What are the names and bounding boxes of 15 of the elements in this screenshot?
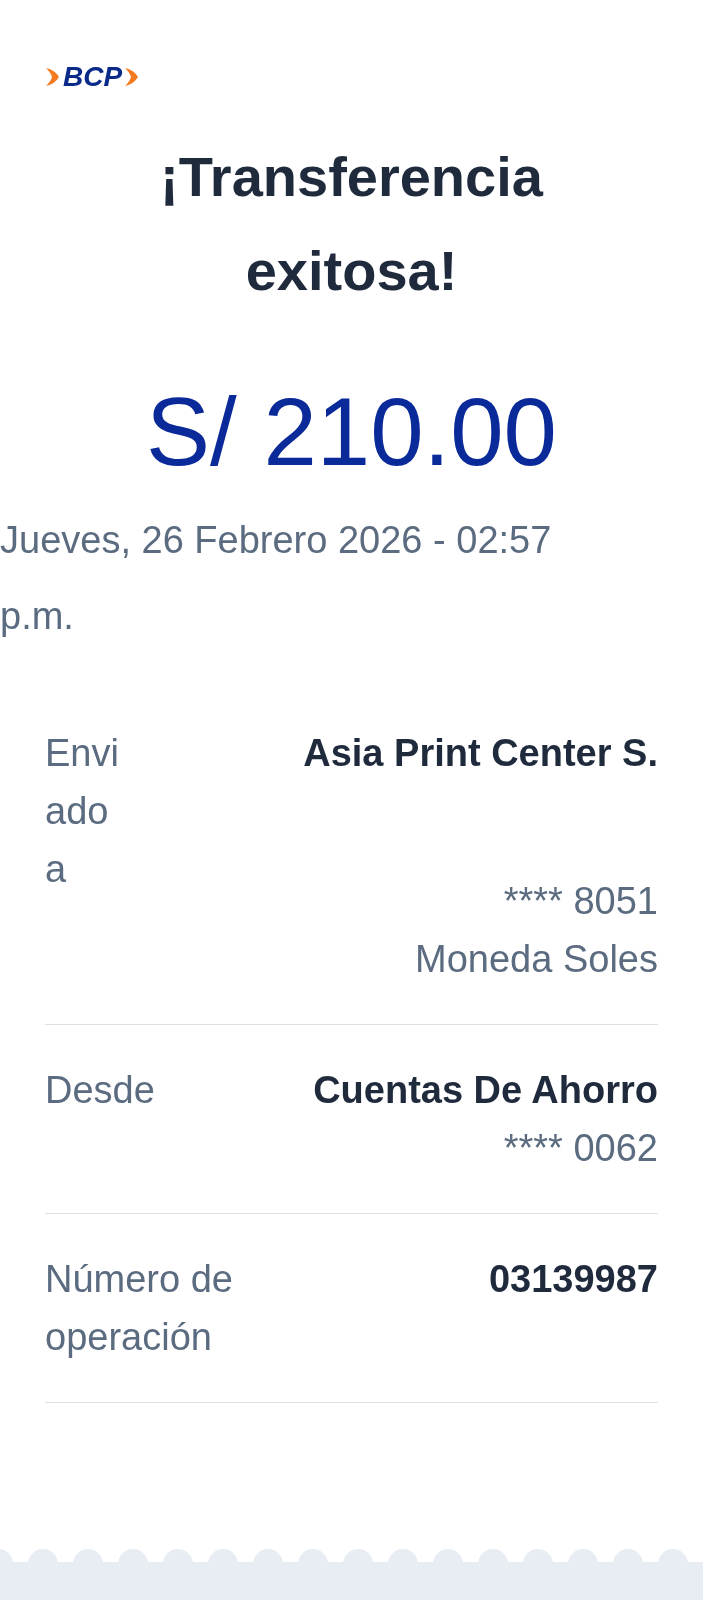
detail-value: Cuentas De Ahorro [313, 1068, 658, 1113]
detail-label: Desde [45, 1068, 156, 1113]
detail-subtext: Moneda Soles [415, 937, 658, 982]
detail-subtext: **** 8051 [503, 879, 658, 924]
logo-text: BCP [63, 63, 123, 91]
detail-label: Enviado a [45, 731, 120, 892]
detail-value: 03139987 [488, 1257, 658, 1302]
chevron-icon [45, 66, 61, 88]
detail-value: Asia Print Center S. [303, 731, 658, 776]
detail-subtext: **** 0062 [503, 1126, 658, 1171]
transfer-date: Jueves, 26 Febrero 2026 - 02:57 p.m. [0, 518, 553, 639]
detail-label: Número de operación [45, 1257, 234, 1360]
chevron-icon [124, 66, 141, 88]
success-title: ¡Transferencia exitosa! [159, 144, 545, 304]
amount: S/ 210.00 [145, 384, 558, 480]
